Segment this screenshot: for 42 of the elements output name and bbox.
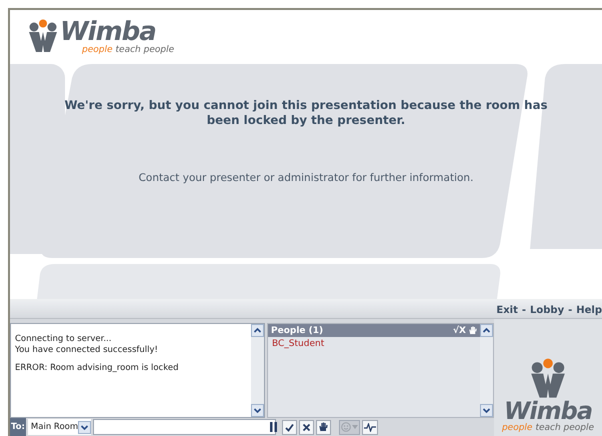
pulse-button[interactable] (362, 420, 378, 434)
tagline: teach people (535, 423, 594, 433)
help-text: Contact your presenter or administrator for further information. (138, 172, 474, 184)
recipient-select[interactable]: Main Room (28, 419, 92, 435)
tagline-accent: people (502, 423, 532, 433)
scroll-bar[interactable] (251, 324, 264, 417)
chat-line: You have connected successfully! (15, 345, 159, 356)
error-message: We're sorry, but you cannot join this presentation because the room has been locked by the presenter. (63, 98, 549, 128)
nav-link[interactable]: Exit (496, 305, 518, 316)
cross-button[interactable] (299, 420, 314, 434)
hand-button[interactable] (316, 420, 331, 434)
smiley-icon (341, 422, 351, 432)
logo-wordmark: Wimba (504, 399, 592, 423)
scroll-down-icon[interactable] (251, 404, 264, 417)
check-button[interactable] (282, 420, 297, 434)
check-icon (285, 422, 294, 432)
nav-link[interactable]: Help (576, 305, 602, 316)
error-line: ERROR: Room advising_room is locked (15, 363, 180, 374)
status-marks: √X (453, 326, 466, 336)
scroll-bar[interactable] (480, 324, 493, 417)
pulse-icon (364, 422, 376, 432)
scroll-down-icon[interactable] (480, 404, 493, 417)
people-title: People (1) (271, 326, 324, 336)
people-logo-icon (28, 19, 58, 53)
tagline-accent: people (82, 45, 113, 55)
chat-line: Connecting to server... (15, 334, 112, 345)
scroll-down-icon[interactable] (78, 420, 92, 434)
nav-separator: - (522, 305, 526, 316)
nav-link[interactable]: Lobby (530, 305, 564, 316)
hand-icon (469, 326, 477, 335)
participant-name[interactable]: BC_Student (268, 337, 480, 351)
people-logo-icon (530, 358, 566, 399)
hand-icon (319, 422, 328, 432)
to-label: To: (10, 418, 26, 436)
logo-wordmark: Wimba (60, 19, 156, 45)
cross-icon (302, 422, 311, 432)
scroll-up-icon[interactable] (251, 324, 264, 337)
scroll-up-icon[interactable] (480, 324, 493, 337)
tagline: teach people (116, 45, 174, 55)
chat-input[interactable] (93, 419, 276, 435)
caret-icon (352, 425, 358, 429)
nav-separator: - (568, 305, 572, 316)
